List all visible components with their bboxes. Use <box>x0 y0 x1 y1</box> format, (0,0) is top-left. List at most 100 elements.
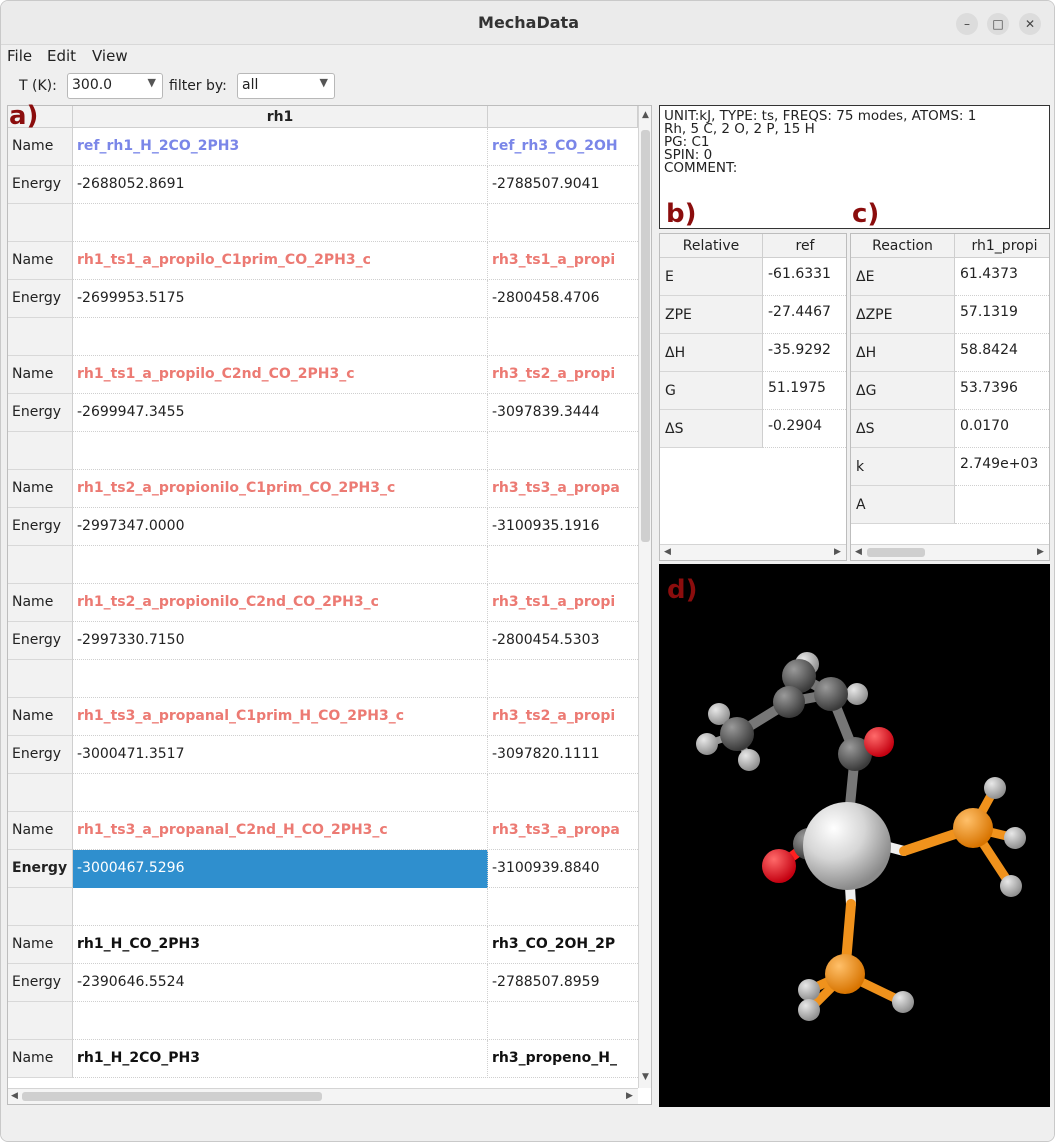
table-row[interactable]: Energy -2390646.5524 -2788507.8959 <box>8 964 638 1002</box>
menu-file[interactable]: File <box>7 47 32 65</box>
cell-rh3[interactable] <box>488 432 638 470</box>
row-header[interactable]: Name <box>8 470 73 508</box>
column-header-rh3[interactable] <box>488 106 638 128</box>
scrollbar-thumb[interactable] <box>867 548 925 557</box>
cell-rh1[interactable] <box>73 660 488 698</box>
table-row[interactable]: Name rh1_ts2_a_propionilo_C1prim_CO_2PH3_… <box>8 470 638 508</box>
scroll-right-icon[interactable]: ▶ <box>1037 547 1044 557</box>
menu-view[interactable]: View <box>92 47 128 65</box>
table-row[interactable]: Energy -3000467.5296 -3100939.8840 <box>8 850 638 888</box>
table-row[interactable]: Name rh1_ts1_a_propilo_C2nd_CO_2PH3_c rh3_… <box>8 356 638 394</box>
horizontal-scrollbar[interactable]: ◀ ▶ <box>660 544 846 560</box>
cell-rh1[interactable] <box>73 318 488 356</box>
cell-rh1[interactable]: rh1_ts3_a_propanal_C2nd_H_CO_2PH3_c <box>73 812 488 850</box>
value-cell[interactable]: 53.7396 <box>955 372 1049 410</box>
row-header[interactable]: Energy <box>8 280 73 318</box>
cell-rh3[interactable] <box>488 546 638 584</box>
cell-rh3[interactable]: -3097839.3444 <box>488 394 638 432</box>
table-row[interactable]: Energy -3000471.3517 -3097820.1111 <box>8 736 638 774</box>
row-header[interactable]: ΔG <box>851 372 955 410</box>
temperature-combo[interactable]: 300.0 ▼ <box>67 73 163 99</box>
cell-rh3[interactable] <box>488 660 638 698</box>
value-cell[interactable]: 51.1975 <box>763 372 846 410</box>
scrollbar-thumb[interactable] <box>22 1092 322 1101</box>
cell-rh1[interactable]: ref_rh1_H_2CO_2PH3 <box>73 128 488 166</box>
column-header-rh1[interactable]: rh1 <box>73 106 488 128</box>
row-header[interactable]: Energy <box>8 964 73 1002</box>
row-header[interactable]: Name <box>8 1040 73 1078</box>
table-row[interactable] <box>8 432 638 470</box>
row-header[interactable]: Name <box>8 356 73 394</box>
cell-rh3[interactable]: rh3_ts3_a_propa <box>488 470 638 508</box>
filter-combo[interactable]: all ▼ <box>237 73 335 99</box>
cell-rh3[interactable]: -2800454.5303 <box>488 622 638 660</box>
reaction-header[interactable]: Reaction <box>851 234 955 258</box>
value-cell[interactable] <box>955 486 1049 524</box>
cell-rh3[interactable] <box>488 774 638 812</box>
row-header[interactable]: ZPE <box>660 296 763 334</box>
cell-rh1[interactable]: rh1_H_2CO_PH3 <box>73 1040 488 1078</box>
row-header[interactable]: Name <box>8 698 73 736</box>
cell-rh1[interactable]: rh1_ts3_a_propanal_C1prim_H_CO_2PH3_c <box>73 698 488 736</box>
row-header[interactable]: Energy <box>8 166 73 204</box>
row-header[interactable]: Energy <box>8 394 73 432</box>
row-header[interactable]: G <box>660 372 763 410</box>
table-row[interactable]: Name rh1_ts2_a_propionilo_C2nd_CO_2PH3_c r… <box>8 584 638 622</box>
value-cell[interactable]: -61.6331 <box>763 258 846 296</box>
cell-rh1[interactable]: -2699953.5175 <box>73 280 488 318</box>
cell-rh1[interactable]: rh1_ts2_a_propionilo_C2nd_CO_2PH3_c <box>73 584 488 622</box>
menu-edit[interactable]: Edit <box>47 47 76 65</box>
row-header[interactable]: Energy <box>8 622 73 660</box>
ref-header[interactable]: ref <box>763 234 846 258</box>
cell-rh1[interactable]: -3000471.3517 <box>73 736 488 774</box>
scroll-right-icon[interactable]: ▶ <box>834 547 841 557</box>
cell-rh1[interactable]: -2688052.8691 <box>73 166 488 204</box>
cell-rh1[interactable]: rh1_ts1_a_propilo_C2nd_CO_2PH3_c <box>73 356 488 394</box>
table-row[interactable] <box>8 774 638 812</box>
row-header[interactable]: A <box>851 486 955 524</box>
row-header[interactable]: ΔH <box>851 334 955 372</box>
row-header[interactable]: Name <box>8 926 73 964</box>
row-header[interactable] <box>8 1002 73 1040</box>
value-cell[interactable]: 61.4373 <box>955 258 1049 296</box>
cell-rh3[interactable]: rh3_ts2_a_propi <box>488 698 638 736</box>
cell-rh1[interactable]: -2997347.0000 <box>73 508 488 546</box>
row-header[interactable]: k <box>851 448 955 486</box>
row-header[interactable] <box>8 432 73 470</box>
cell-rh3[interactable] <box>488 204 638 242</box>
table-row[interactable] <box>8 1002 638 1040</box>
cell-rh3[interactable]: rh3_ts3_a_propa <box>488 812 638 850</box>
value-cell[interactable]: 57.1319 <box>955 296 1049 334</box>
scroll-left-icon[interactable]: ◀ <box>664 547 671 557</box>
horizontal-scrollbar[interactable]: ◀ ▶ <box>8 1088 638 1104</box>
row-header[interactable]: ΔE <box>851 258 955 296</box>
row-header[interactable]: ΔS <box>851 410 955 448</box>
maximize-button[interactable]: □ <box>987 13 1009 35</box>
scroll-left-icon[interactable]: ◀ <box>11 1091 18 1101</box>
cell-rh1[interactable]: rh1_ts1_a_propilo_C1prim_CO_2PH3_c <box>73 242 488 280</box>
cell-rh1[interactable]: rh1_H_CO_2PH3 <box>73 926 488 964</box>
table-row[interactable]: Energy -2997330.7150 -2800454.5303 <box>8 622 638 660</box>
scroll-left-icon[interactable]: ◀ <box>855 547 862 557</box>
minimize-button[interactable]: – <box>956 13 978 35</box>
row-header[interactable] <box>8 888 73 926</box>
cell-rh3[interactable]: -2800458.4706 <box>488 280 638 318</box>
reaction-column-header[interactable]: rh1_propi <box>955 234 1049 258</box>
table-row[interactable]: Energy -2699947.3455 -3097839.3444 <box>8 394 638 432</box>
cell-rh3[interactable]: -3100939.8840 <box>488 850 638 888</box>
cell-rh1[interactable] <box>73 774 488 812</box>
cell-rh1[interactable] <box>73 1002 488 1040</box>
row-header[interactable]: ΔS <box>660 410 763 448</box>
cell-rh1[interactable] <box>73 432 488 470</box>
scroll-up-icon[interactable]: ▲ <box>642 110 649 120</box>
scrollbar-thumb[interactable] <box>641 130 650 542</box>
cell-rh1[interactable] <box>73 546 488 584</box>
cell-rh3[interactable] <box>488 1002 638 1040</box>
table-row[interactable] <box>8 318 638 356</box>
table-row[interactable]: Name rh1_H_2CO_PH3 rh3_propeno_H_ <box>8 1040 638 1078</box>
row-header[interactable]: Energy <box>8 508 73 546</box>
vertical-scrollbar[interactable]: ▲ ▼ <box>638 106 651 1088</box>
cell-rh1[interactable]: -2699947.3455 <box>73 394 488 432</box>
cell-rh3[interactable] <box>488 888 638 926</box>
cell-rh3[interactable]: rh3_propeno_H_ <box>488 1040 638 1078</box>
